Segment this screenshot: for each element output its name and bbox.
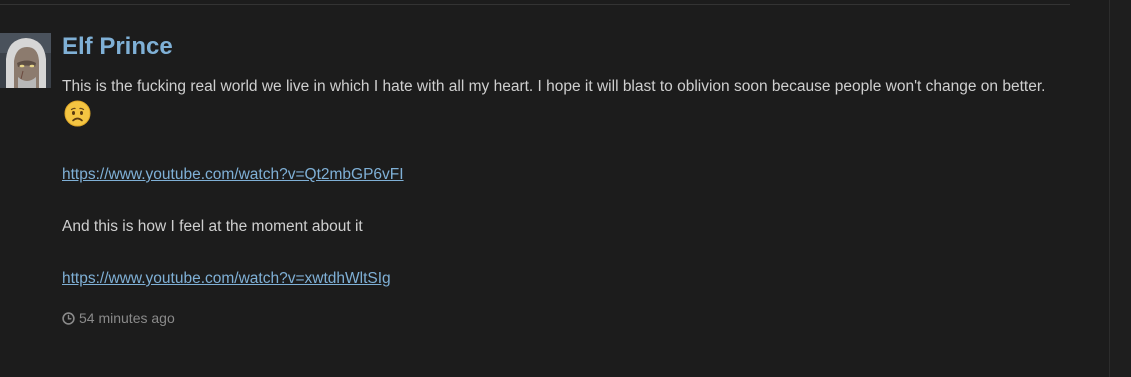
message-paragraph-1: This is the fucking real world we live i… [62, 74, 1062, 136]
message-link-2-row: https://www.youtube.com/watch?v=xwtdhWlt… [62, 266, 1062, 292]
avatar[interactable] [0, 33, 51, 88]
forum-post: Elf Prince This is the fucking real worl… [62, 30, 1062, 326]
forum-page: Elf Prince This is the fucking real worl… [0, 0, 1131, 377]
message-link-1-row: https://www.youtube.com/watch?v=Qt2mbGP6… [62, 162, 1062, 188]
post-timestamp[interactable]: 54 minutes ago [79, 310, 175, 326]
message-paragraph-2: And this is how I feel at the moment abo… [62, 218, 363, 235]
clock-icon [62, 311, 75, 325]
paragraph-1-text: This is the fucking real world we live i… [62, 78, 1046, 95]
youtube-link-2[interactable]: https://www.youtube.com/watch?v=xwtdhWlt… [62, 270, 391, 287]
youtube-link-1[interactable]: https://www.youtube.com/watch?v=Qt2mbGP6… [62, 166, 404, 183]
witcher-avatar-icon [0, 33, 51, 88]
post-message: This is the fucking real world we live i… [62, 74, 1062, 292]
post-meta: 54 minutes ago [62, 310, 1062, 326]
top-divider [0, 4, 1070, 5]
scrollbar-track[interactable] [1110, 0, 1131, 377]
worried-face-emoji-icon [64, 100, 91, 136]
post-author[interactable]: Elf Prince [62, 30, 173, 64]
